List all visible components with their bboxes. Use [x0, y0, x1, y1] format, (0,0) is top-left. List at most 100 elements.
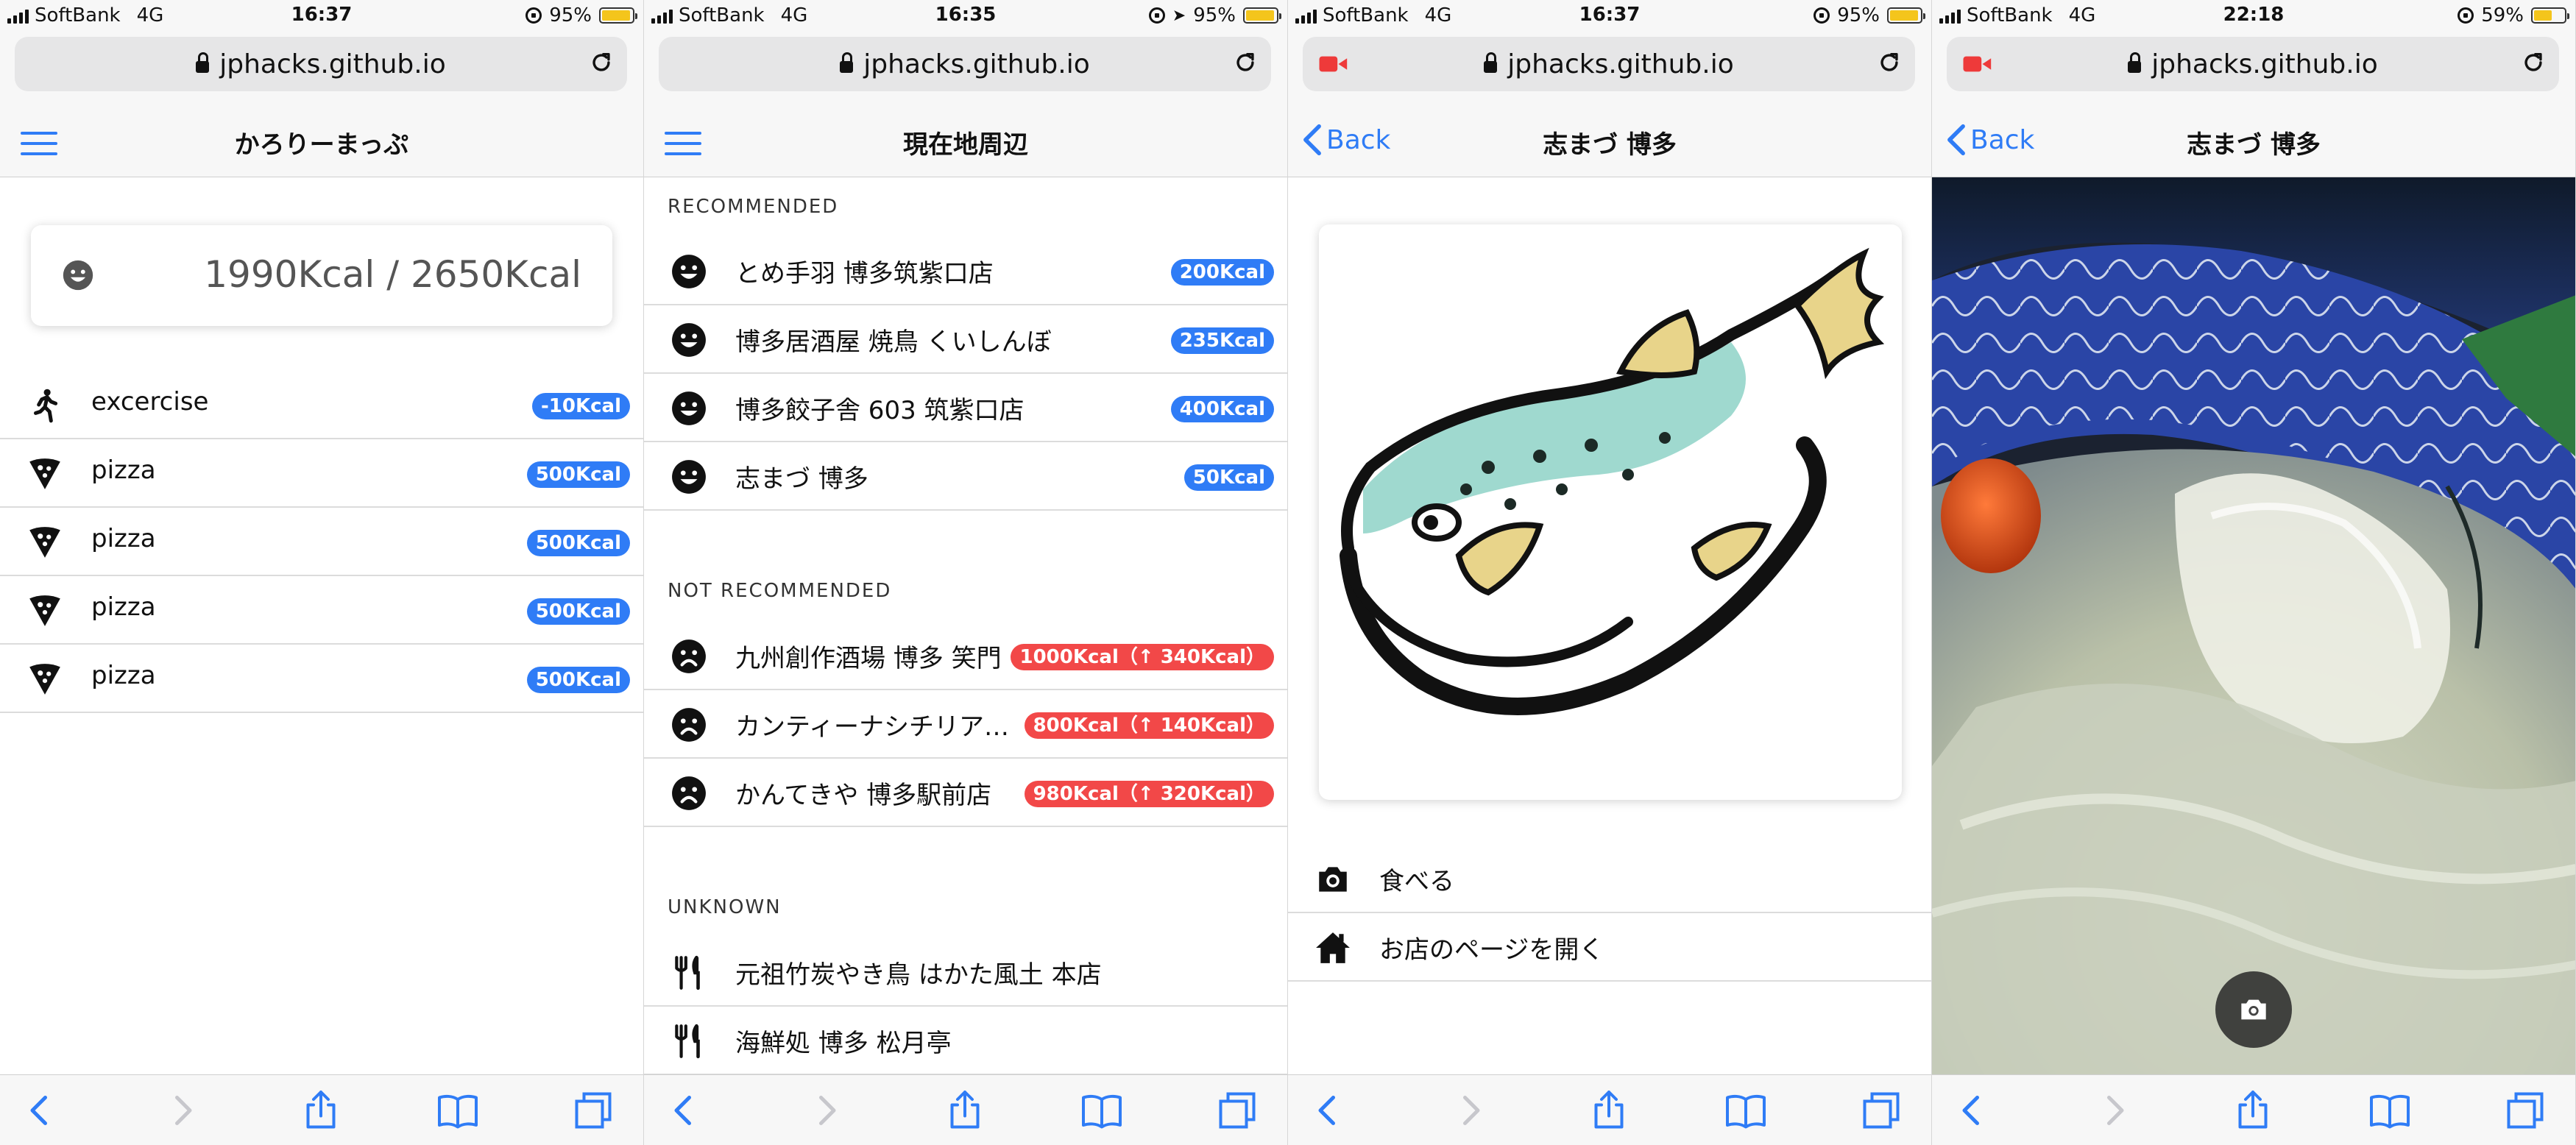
restaurant-name: カンティーナシチリア…	[735, 712, 1009, 742]
item-label: pizza	[91, 661, 156, 690]
list-item[interactable]: 博多餃子舎 603 筑紫口店 400Kcal	[644, 374, 1287, 442]
tabs-icon[interactable]	[571, 1088, 615, 1132]
pizza-icon	[29, 595, 60, 626]
kcal-badge: 980Kcal（↑ 320Kcal）	[1024, 781, 1274, 807]
list-item[interactable]: カンティーナシチリア… 800Kcal（↑ 140Kcal）	[644, 690, 1287, 759]
lock-icon	[1484, 52, 1498, 73]
walk-icon	[34, 389, 58, 423]
forward-nav-icon[interactable]	[804, 1088, 849, 1132]
section-header-unknown: UNKNOWN	[668, 896, 782, 918]
bookmarks-icon[interactable]	[436, 1088, 480, 1132]
forward-nav-icon[interactable]	[160, 1088, 205, 1132]
camera-capture-button[interactable]	[2215, 971, 2292, 1048]
reload-icon[interactable]	[589, 50, 614, 75]
browser-toolbar	[1932, 1074, 2575, 1145]
section-header-recommended: RECOMMENDED	[668, 196, 839, 218]
forward-nav-icon[interactable]	[2092, 1088, 2137, 1132]
share-icon[interactable]	[299, 1088, 343, 1132]
browser-address-area: jphacks.github.io	[644, 31, 1287, 107]
list-item[interactable]: とめ手羽 博多筑紫口店 200Kcal	[644, 237, 1287, 305]
item-label: pizza	[91, 524, 156, 553]
list-item[interactable]: pizza 500Kcal	[0, 508, 643, 576]
list-item[interactable]: 志まづ 博多 50Kcal	[644, 442, 1287, 511]
browser-address-area: jphacks.github.io	[1288, 31, 1931, 107]
page-title: 現在地周辺	[903, 130, 1028, 160]
list-item[interactable]: pizza 500Kcal	[0, 645, 643, 713]
kcal-badge: 800Kcal（↑ 140Kcal）	[1024, 712, 1274, 739]
location-arrow-icon: ➤	[1172, 6, 1186, 25]
calorie-summary-card: 1990Kcal / 2650Kcal	[31, 225, 612, 326]
forward-nav-icon[interactable]	[1448, 1088, 1493, 1132]
back-nav-icon[interactable]	[662, 1088, 706, 1132]
bookmarks-icon[interactable]	[1724, 1088, 1768, 1132]
hamburger-menu-icon[interactable]	[21, 132, 57, 155]
action-label: お店のページを開く	[1379, 935, 1604, 965]
phone-screen-calorie-map: SoftBank 4G 16:37 95% jphacks.github.io …	[0, 0, 644, 1145]
back-button[interactable]: Back	[1303, 124, 1390, 156]
bookmarks-icon[interactable]	[2368, 1088, 2412, 1132]
url-bar[interactable]: jphacks.github.io	[1947, 37, 2559, 91]
list-item[interactable]: 元祖竹炭やき鳥 はかた風土 本店	[644, 938, 1287, 1007]
recommended-list: とめ手羽 博多筑紫口店 200Kcal 博多居酒屋 焼鳥 くいしんぼ 235Kc…	[644, 237, 1287, 511]
bookmarks-icon[interactable]	[1080, 1088, 1124, 1132]
eat-action[interactable]: 食べる	[1288, 845, 1931, 913]
unknown-list: 元祖竹炭やき鳥 はかた風土 本店 海鮮処 博多 松月亭	[644, 938, 1287, 1075]
intake-list: excercise -10Kcal pizza 500Kcal pizza 50…	[0, 371, 643, 713]
share-icon[interactable]	[1587, 1088, 1631, 1132]
url-text: jphacks.github.io	[1507, 49, 1734, 79]
share-icon[interactable]	[2231, 1088, 2275, 1132]
rotation-lock-icon	[1814, 7, 1830, 24]
url-bar[interactable]: jphacks.github.io	[1303, 37, 1915, 91]
open-shop-page-action[interactable]: お店のページを開く	[1288, 913, 1931, 982]
home-icon	[1316, 932, 1350, 963]
back-nav-icon[interactable]	[1950, 1088, 1994, 1132]
frown-icon	[672, 708, 706, 742]
restaurant-image-card	[1319, 224, 1902, 800]
battery-icon	[2531, 7, 2569, 24]
reload-icon[interactable]	[1233, 50, 1258, 75]
camera-icon	[2241, 999, 2266, 1020]
battery-percent: 95%	[1193, 4, 1236, 26]
app-header: かろりーまっぷ	[0, 107, 643, 177]
restaurant-name: 元祖竹炭やき鳥 はかた風土 本店	[735, 960, 1102, 990]
list-item[interactable]: 海鮮処 博多 松月亭	[644, 1007, 1287, 1075]
utensils-icon	[675, 955, 700, 990]
restaurant-name: かんてきや 博多駅前店	[735, 781, 992, 810]
frown-icon	[672, 776, 706, 810]
reload-icon[interactable]	[2521, 50, 2546, 75]
back-button[interactable]: Back	[1947, 124, 2034, 156]
list-item[interactable]: 博多居酒屋 焼鳥 くいしんぼ 235Kcal	[644, 305, 1287, 374]
status-bar: SoftBank 4G 16:37 95%	[0, 0, 643, 31]
back-nav-icon[interactable]	[1306, 1088, 1350, 1132]
app-header: Back 志まづ 博多	[1288, 107, 1931, 177]
lock-icon	[840, 52, 854, 73]
camera-icon	[1319, 867, 1347, 892]
browser-address-area: jphacks.github.io	[1932, 31, 2575, 107]
kcal-badge: 400Kcal	[1170, 396, 1274, 422]
url-bar[interactable]: jphacks.github.io	[659, 37, 1271, 91]
url-bar[interactable]: jphacks.github.io	[15, 37, 627, 91]
action-label: 食べる	[1379, 867, 1454, 896]
hamburger-menu-icon[interactable]	[665, 132, 701, 155]
restaurant-name: 九州創作酒場 博多 笑門	[735, 644, 1002, 673]
list-item[interactable]: かんてきや 博多駅前店 980Kcal（↑ 320Kcal）	[644, 759, 1287, 827]
smile-icon	[672, 255, 706, 288]
back-label: Back	[1326, 124, 1391, 155]
tabs-icon[interactable]	[1859, 1088, 1903, 1132]
pizza-icon	[29, 664, 60, 695]
restaurant-actions: 食べる お店のページを開く	[1288, 845, 1931, 982]
list-item[interactable]: excercise -10Kcal	[0, 371, 643, 439]
list-item[interactable]: pizza 500Kcal	[0, 576, 643, 645]
back-nav-icon[interactable]	[18, 1088, 62, 1132]
list-item[interactable]: 九州創作酒場 博多 笑門 1000Kcal（↑ 340Kcal）	[644, 622, 1287, 690]
section-header-not-recommended: NOT RECOMMENDED	[668, 580, 892, 602]
share-icon[interactable]	[943, 1088, 987, 1132]
tabs-icon[interactable]	[1215, 1088, 1259, 1132]
kcal-badge: 1000Kcal（↑ 340Kcal）	[1011, 644, 1274, 670]
tabs-icon[interactable]	[2503, 1088, 2547, 1132]
smile-icon	[672, 460, 706, 494]
screenshot-collage: SoftBank 4G 16:37 95% jphacks.github.io …	[0, 0, 2576, 1145]
rotation-lock-icon	[526, 7, 542, 24]
reload-icon[interactable]	[1877, 50, 1902, 75]
list-item[interactable]: pizza 500Kcal	[0, 439, 643, 508]
